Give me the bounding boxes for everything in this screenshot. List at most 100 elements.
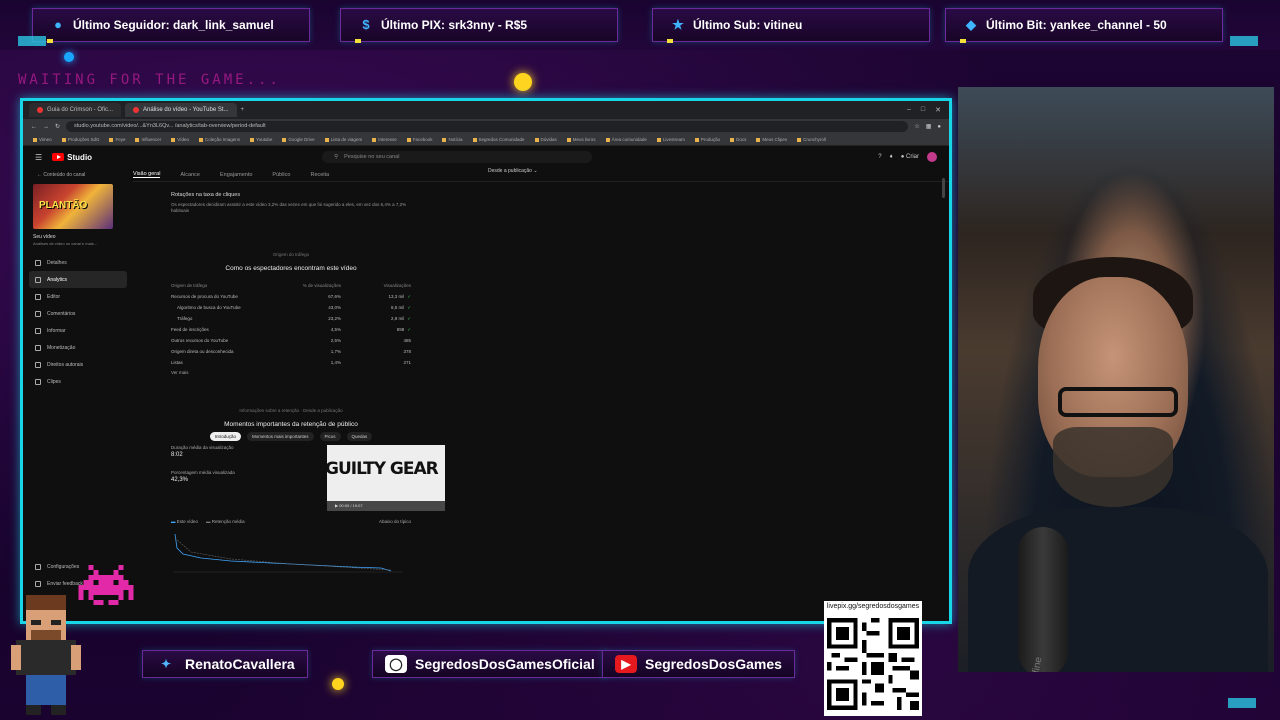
table-row[interactable]: Outros recursos do YouTube 2,5% 485 bbox=[171, 335, 411, 346]
sidebar-item-copyright[interactable]: Direitos autorais bbox=[29, 356, 127, 373]
avatar[interactable] bbox=[927, 152, 937, 162]
table-row[interactable]: Tráfego 23,2% 2,9 mil ✓ bbox=[171, 313, 411, 324]
studio-header: ☰ Studio ⚲ Pesquise no seu canal ? ♦ ● C… bbox=[23, 146, 949, 168]
folder-icon bbox=[61, 137, 66, 142]
browser-tab[interactable]: Guia do Crimson - Ofic... bbox=[29, 103, 122, 117]
maximize-icon[interactable]: □ bbox=[921, 106, 925, 114]
editor-icon bbox=[35, 293, 41, 300]
retention-note: Abaixo do típico bbox=[378, 519, 411, 524]
back-to-content-link[interactable]: ← Conteúdo do canal bbox=[37, 172, 127, 178]
sidebar-item-clips[interactable]: Clipes bbox=[29, 373, 127, 390]
pill-top-moments[interactable]: Momentos mais importantes bbox=[246, 432, 314, 441]
forward-icon[interactable]: → bbox=[43, 124, 49, 130]
browser-tab-active[interactable]: Análise do vídeo - YouTube St... bbox=[125, 103, 237, 117]
sidebar-item-comments[interactable]: Comentários bbox=[29, 305, 127, 322]
pill-intro[interactable]: Introdução bbox=[209, 432, 241, 441]
table-row[interactable]: Listas 1,4% 271 bbox=[171, 357, 411, 368]
shirt bbox=[968, 507, 1268, 672]
tab-overview[interactable]: Visão geral bbox=[133, 171, 161, 178]
decor-dot bbox=[332, 678, 344, 690]
table-row[interactable]: Feed de inscrições 4,5% 898 ✓ bbox=[171, 324, 411, 335]
notifications-icon[interactable]: ♦ bbox=[890, 154, 893, 160]
bookmark-item[interactable]: Meus livros bbox=[566, 137, 596, 142]
url-bar[interactable]: studio.youtube.com/video/...&Yn3L6Qv... … bbox=[66, 121, 909, 132]
tab-label: Análise do vídeo - YouTube St... bbox=[143, 107, 229, 113]
minimize-icon[interactable]: – bbox=[907, 106, 911, 114]
bookmark-item[interactable]: Youtube bbox=[250, 137, 272, 142]
create-button[interactable]: ● Criar bbox=[901, 154, 919, 160]
reload-icon[interactable]: ↻ bbox=[55, 123, 60, 130]
period-select[interactable]: Desde a publicação ⌄ bbox=[488, 168, 538, 174]
table-row[interactable]: Recursos de procura do YouTube 67,6% 13,3 … bbox=[171, 291, 411, 302]
star-bookmark-icon[interactable]: ☆ bbox=[914, 123, 919, 130]
bookmark-item[interactable]: Vídeo bbox=[171, 137, 189, 142]
play-icon[interactable]: ▶ bbox=[335, 503, 338, 508]
waiting-text: WAITING FOR THE GAME... bbox=[18, 72, 281, 88]
sidebar-item-details[interactable]: Detalhes bbox=[29, 254, 127, 271]
bookmark-item[interactable]: Google Drive bbox=[282, 137, 315, 142]
video-thumbnail[interactable]: PLANTÃO bbox=[33, 184, 113, 229]
tab-reach[interactable]: Alcance bbox=[180, 172, 200, 178]
pill-dips[interactable]: Quedas bbox=[346, 432, 373, 441]
close-icon[interactable]: ✕ bbox=[935, 106, 941, 114]
star-icon: ★ bbox=[672, 17, 684, 32]
table-row[interactable]: Algoritmo de busca do YouTube 43,0% 8,5 mi… bbox=[171, 302, 411, 313]
extensions-icon[interactable]: ▦ bbox=[926, 123, 932, 130]
profile-icon[interactable]: ● bbox=[937, 124, 941, 130]
tab-audience[interactable]: Público bbox=[272, 172, 290, 178]
retention-title: Momentos importantes da retenção de públ… bbox=[224, 421, 358, 428]
see-more-link[interactable]: Ver mais bbox=[171, 370, 411, 375]
browser-tabstrip: Guia do Crimson - Ofic... Análise do víd… bbox=[23, 101, 949, 119]
feedback-icon bbox=[35, 580, 41, 587]
help-icon[interactable]: ? bbox=[878, 154, 881, 160]
ticker-sub-label: Último Sub: vitineu bbox=[693, 18, 803, 32]
subtitles-icon bbox=[35, 327, 41, 334]
sidebar-item-subtitles[interactable]: Informar bbox=[29, 322, 127, 339]
bookmark-item[interactable]: Vimeo bbox=[33, 137, 52, 142]
studio-logo[interactable]: Studio bbox=[52, 153, 92, 162]
bookmark-item[interactable]: Área comunidade bbox=[605, 137, 647, 142]
tab-revenue[interactable]: Receita bbox=[310, 172, 329, 178]
player-controls[interactable]: ▶ 00:00 / 19:07 bbox=[327, 501, 445, 511]
ticker-bit-label: Último Bit: yankee_channel - 50 bbox=[986, 18, 1167, 32]
new-tab-icon[interactable]: + bbox=[241, 107, 245, 113]
folder-icon bbox=[33, 137, 37, 142]
bookmark-item[interactable]: Produção bbox=[694, 137, 720, 142]
scissors-icon bbox=[35, 378, 41, 385]
bookmark-item[interactable]: Interesse bbox=[372, 137, 397, 142]
check-icon: ✓ bbox=[407, 304, 411, 310]
decor-tab bbox=[1230, 36, 1258, 46]
bookmark-item[interactable]: Coleção Imagens bbox=[199, 137, 240, 142]
back-icon[interactable]: ← bbox=[31, 124, 37, 130]
traffic-title: Como os espectadores encontram este víde… bbox=[225, 265, 357, 272]
bookmark-item[interactable]: Docs bbox=[730, 137, 746, 142]
bookmark-item[interactable]: Feye bbox=[109, 137, 125, 142]
sidebar-item-editor[interactable]: Editor bbox=[29, 288, 127, 305]
studio-search-input[interactable]: ⚲ Pesquise no seu canal bbox=[322, 151, 593, 163]
pencil-icon bbox=[35, 259, 41, 266]
scrollbar[interactable] bbox=[942, 178, 945, 198]
tab-engagement[interactable]: Engajamento bbox=[220, 172, 252, 178]
video-title: Seu vídeo bbox=[33, 234, 56, 240]
bookmark-item[interactable]: Meus Clipes bbox=[756, 137, 787, 142]
bookmark-item[interactable]: Dúvidas bbox=[534, 137, 557, 142]
menu-icon[interactable]: ☰ bbox=[35, 153, 42, 162]
bookmark-item[interactable]: Facebook bbox=[406, 137, 432, 142]
bookmark-item[interactable]: Notícia bbox=[442, 137, 463, 142]
decor-dot bbox=[64, 52, 74, 62]
bookmark-item[interactable]: Lista de viagem bbox=[324, 137, 362, 142]
comments-icon bbox=[35, 310, 41, 317]
pill-peaks[interactable]: Picos bbox=[319, 432, 341, 441]
bookmark-item[interactable]: Crunchyroll bbox=[797, 137, 826, 142]
ticker-sub: ★ Último Sub: vitineu bbox=[652, 8, 930, 43]
sidebar-item-monetization[interactable]: Monetização bbox=[29, 339, 127, 356]
table-row[interactable]: Origem direta ou desconhecida 1,7% 378 bbox=[171, 346, 411, 357]
bookmark-item[interactable]: Livestream bbox=[656, 137, 685, 142]
sidebar-item-analytics[interactable]: Analytics bbox=[29, 271, 127, 288]
bookmark-item[interactable]: Segredos Comunidade bbox=[472, 137, 525, 142]
bookmark-item[interactable]: Produções SdG bbox=[61, 137, 99, 142]
youtube-icon: ▶ bbox=[615, 655, 637, 673]
retention-video-preview[interactable]: GUILTY GEAR ▶ 00:00 / 19:07 bbox=[327, 445, 445, 511]
favicon-icon bbox=[37, 107, 43, 113]
bookmark-item[interactable]: Influencer bbox=[135, 137, 161, 142]
